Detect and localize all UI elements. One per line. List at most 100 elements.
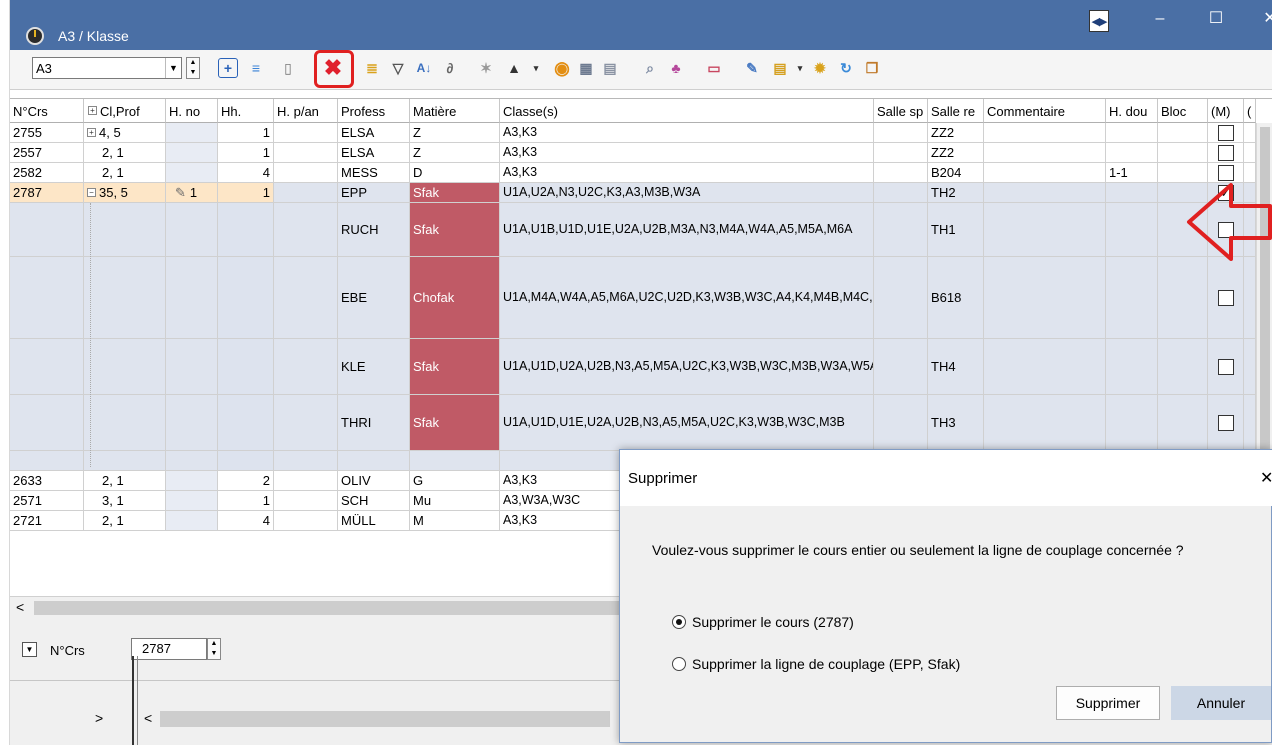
- grid-cell-hno[interactable]: [166, 203, 218, 257]
- grid-cell-comment[interactable]: [984, 123, 1106, 143]
- grid-cell-more[interactable]: [1244, 143, 1256, 163]
- grid-cell-hdou[interactable]: [1106, 143, 1158, 163]
- grid-cell-hh[interactable]: 1: [218, 123, 274, 143]
- grid-cell-hpan[interactable]: [274, 339, 338, 395]
- grid-cell-more[interactable]: [1244, 257, 1256, 339]
- grid-cell-sallesp[interactable]: [874, 339, 928, 395]
- grid-cell-bloc[interactable]: [1158, 257, 1208, 339]
- grid-cell-clprof[interactable]: [84, 451, 166, 471]
- grid-cell-clprof[interactable]: 2, 1: [84, 471, 166, 491]
- grid-cell-hh[interactable]: [218, 203, 274, 257]
- grid-cell-crs[interactable]: 2633: [10, 471, 84, 491]
- col-header-more[interactable]: (: [1244, 99, 1256, 123]
- grid-cell-crs[interactable]: 2721: [10, 511, 84, 531]
- grid-cell-classes[interactable]: U1A,U1B,U1D,U1E,U2A,U2B,M3A,N3,M4A,W4A,A…: [500, 203, 874, 257]
- grid-cell-m[interactable]: [1208, 395, 1244, 451]
- grid-cell-comment[interactable]: [984, 339, 1106, 395]
- grid-cell-bloc[interactable]: [1158, 143, 1208, 163]
- grid-cell-hpan[interactable]: [274, 395, 338, 451]
- grid-cell-clprof[interactable]: 3, 1: [84, 491, 166, 511]
- magic-wand-icon[interactable]: ✶: [476, 58, 496, 78]
- nav-arrows-icon[interactable]: ◀▶: [1089, 10, 1109, 32]
- grid-cell-sallesp[interactable]: [874, 203, 928, 257]
- radio-unselected-icon[interactable]: [672, 657, 686, 671]
- grid-cell-m[interactable]: [1208, 143, 1244, 163]
- grid-cell-hpan[interactable]: [274, 183, 338, 203]
- col-header-crs[interactable]: N°Crs: [10, 99, 84, 123]
- grid-cell-hpan[interactable]: [274, 491, 338, 511]
- col-header-bloc[interactable]: Bloc: [1158, 99, 1208, 123]
- grid-cell-crs[interactable]: 2755: [10, 123, 84, 143]
- new-document-icon[interactable]: ▯: [278, 58, 298, 78]
- link-icon[interactable]: ∂: [440, 58, 460, 78]
- grid-cell-hh[interactable]: [218, 339, 274, 395]
- horizontal-scroll-thumb[interactable]: [34, 601, 634, 615]
- settings-icon[interactable]: ✹: [810, 58, 830, 78]
- grid-cell-hdou[interactable]: [1106, 183, 1158, 203]
- grid-cell-comment[interactable]: [984, 183, 1106, 203]
- grid-cell-bloc[interactable]: [1158, 123, 1208, 143]
- grid-cell-more[interactable]: [1244, 123, 1256, 143]
- grid-cell-mat[interactable]: Sfak: [410, 183, 500, 203]
- calendar-icon[interactable]: ▦: [576, 58, 596, 78]
- grid-cell-hh[interactable]: [218, 395, 274, 451]
- grid-cell-clprof[interactable]: +4, 5: [84, 123, 166, 143]
- grid-cell-hh[interactable]: 4: [218, 163, 274, 183]
- dropdown-icon-2[interactable]: ▾: [790, 58, 810, 78]
- edit-lines-icon[interactable]: ≣: [362, 58, 382, 78]
- grid-cell-mat[interactable]: D: [410, 163, 500, 183]
- expand-icon[interactable]: +: [88, 106, 97, 115]
- windows-icon[interactable]: ❐: [862, 58, 882, 78]
- grid-icon[interactable]: ▤: [600, 58, 620, 78]
- expand-icon[interactable]: +: [87, 128, 96, 137]
- radio-selected-icon[interactable]: [672, 615, 686, 629]
- grid-cell-hno[interactable]: [166, 395, 218, 451]
- grid-cell-prof[interactable]: [338, 451, 410, 471]
- grid-cell-crs[interactable]: [10, 451, 84, 471]
- export-icon[interactable]: ▤: [770, 58, 790, 78]
- grid-cell-hdou[interactable]: [1106, 123, 1158, 143]
- grid-cell-comment[interactable]: [984, 257, 1106, 339]
- grid-cell-hpan[interactable]: [274, 257, 338, 339]
- brush-icon[interactable]: ✎: [742, 58, 762, 78]
- grid-cell-m[interactable]: [1208, 257, 1244, 339]
- grid-cell-more[interactable]: [1244, 339, 1256, 395]
- grid-cell-sallesp[interactable]: [874, 257, 928, 339]
- grid-cell-salle[interactable]: B204: [928, 163, 984, 183]
- grid-cell-hno[interactable]: [166, 123, 218, 143]
- graduate-icon[interactable]: ▲: [504, 58, 524, 78]
- grid-cell-prof[interactable]: MESS: [338, 163, 410, 183]
- mark-checkbox[interactable]: [1217, 414, 1234, 431]
- grid-cell-hno[interactable]: [166, 143, 218, 163]
- monitor-icon[interactable]: ▭: [704, 58, 724, 78]
- grid-cell-sallesp[interactable]: [874, 143, 928, 163]
- grid-cell-hh[interactable]: 4: [218, 511, 274, 531]
- grid-cell-mat[interactable]: G: [410, 471, 500, 491]
- grid-cell-crs[interactable]: 2557: [10, 143, 84, 163]
- grid-cell-clprof[interactable]: 2, 1: [84, 163, 166, 183]
- delete-button[interactable]: Supprimer: [1056, 686, 1160, 720]
- grid-cell-salle[interactable]: ZZ2: [928, 143, 984, 163]
- grid-cell-clprof[interactable]: [84, 203, 166, 257]
- grid-cell-hpan[interactable]: [274, 203, 338, 257]
- radio-delete-coupling[interactable]: Supprimer la ligne de couplage (EPP, Sfa…: [672, 656, 960, 672]
- grid-cell-mat[interactable]: Sfak: [410, 203, 500, 257]
- grid-cell-salle[interactable]: TH2: [928, 183, 984, 203]
- col-header-sallere[interactable]: Salle re: [928, 99, 984, 123]
- grid-cell-clprof[interactable]: −35, 5: [84, 183, 166, 203]
- col-header-hpan[interactable]: H. p/an: [274, 99, 338, 123]
- grid-cell-hh[interactable]: 1: [218, 491, 274, 511]
- grid-cell-classes[interactable]: A3,K3: [500, 143, 874, 163]
- grid-cell-mat[interactable]: Sfak: [410, 339, 500, 395]
- grid-cell-hh[interactable]: 1: [218, 143, 274, 163]
- grid-cell-hdou[interactable]: [1106, 395, 1158, 451]
- grid-cell-prof[interactable]: EBE: [338, 257, 410, 339]
- grid-cell-comment[interactable]: [984, 143, 1106, 163]
- grid-cell-hh[interactable]: [218, 451, 274, 471]
- mark-checkbox[interactable]: [1217, 289, 1234, 306]
- grid-cell-crs[interactable]: [10, 257, 84, 339]
- sort-icon[interactable]: A↓: [414, 58, 434, 78]
- grid-cell-hh[interactable]: 2: [218, 471, 274, 491]
- grid-cell-hdou[interactable]: [1106, 257, 1158, 339]
- expand-all-icon[interactable]: +: [218, 58, 238, 78]
